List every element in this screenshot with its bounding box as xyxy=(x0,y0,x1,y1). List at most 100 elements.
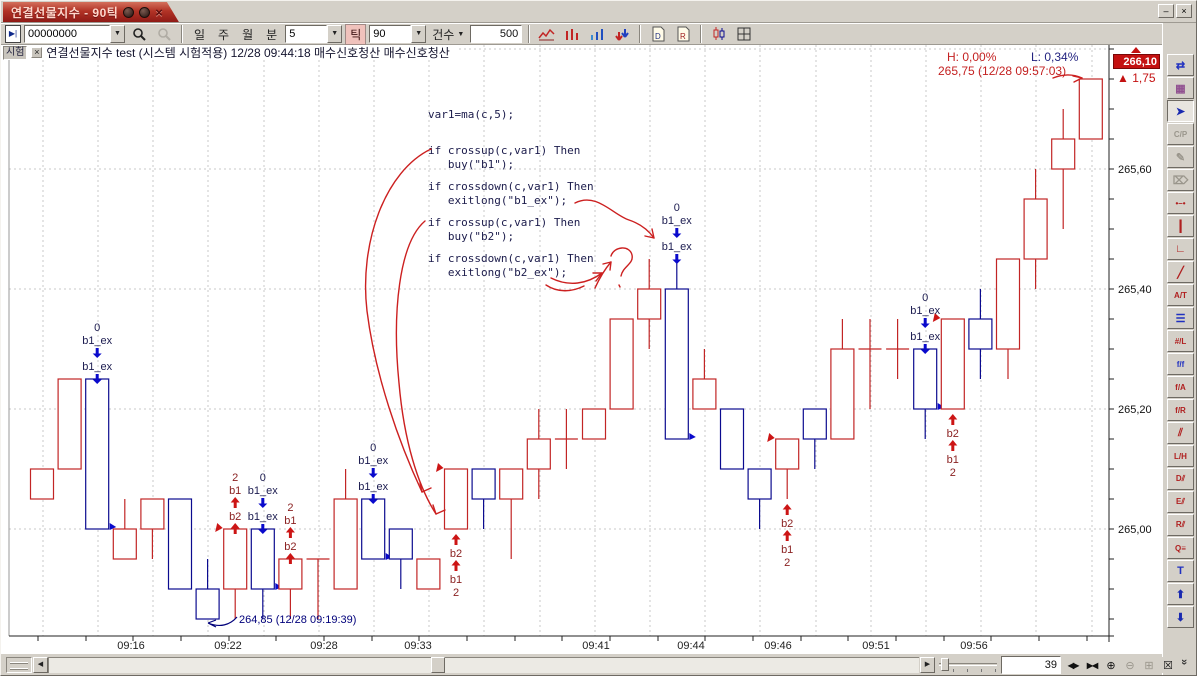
candle xyxy=(86,379,109,529)
strategy-code-line: exitlong("b1_ex"); xyxy=(428,194,567,207)
candle xyxy=(665,289,688,439)
scroll-right-button[interactable]: ▶ xyxy=(920,657,935,673)
period-day-button[interactable]: 일 xyxy=(189,25,210,44)
chart-style-icon[interactable]: ▦ xyxy=(1167,77,1194,99)
signal-label: 0 xyxy=(674,202,680,214)
fibo-arc-icon[interactable]: f/A xyxy=(1167,376,1194,398)
candle xyxy=(997,259,1020,349)
candlestick-chart[interactable]: 265,60265,40265,20265,0009:1609:2209:280… xyxy=(1,45,1162,653)
zoom-in-icon[interactable]: ⊕ xyxy=(1102,657,1120,673)
trend-line-icon[interactable]: ╱ xyxy=(1167,261,1194,283)
toolbar-separator xyxy=(181,25,183,43)
search-icon[interactable] xyxy=(128,25,150,44)
svg-text:D: D xyxy=(655,32,661,41)
minute-combo[interactable]: 5 ▼ xyxy=(285,25,342,43)
entry-marker-icon xyxy=(215,523,223,532)
symbol-nav-icon[interactable]: ▶| xyxy=(5,25,21,43)
fibo-retracement-icon[interactable]: f/R xyxy=(1167,399,1194,421)
refresh-icon[interactable]: ⇄ xyxy=(1167,54,1194,76)
bar-chart-blue-icon[interactable] xyxy=(586,25,608,44)
time-axis-label: 09:33 xyxy=(404,640,432,652)
line-chart-icon[interactable] xyxy=(536,25,558,44)
parallel-lines-icon[interactable]: ⫽ xyxy=(1167,422,1194,444)
expand-horizontal-icon[interactable]: ◀▶ xyxy=(1064,657,1082,673)
minimize-button[interactable]: – xyxy=(1158,4,1174,18)
tick-mode-label[interactable]: 틱 xyxy=(345,24,366,45)
signal-label: b1_ex xyxy=(82,361,112,373)
candle xyxy=(500,469,523,499)
low-note-label: 264,85 (12/28 09:19:39) xyxy=(239,614,356,626)
annotation-text-icon[interactable]: A/T xyxy=(1167,284,1194,306)
candle-settings-icon[interactable] xyxy=(708,25,730,44)
cursor-icon[interactable]: ➤ xyxy=(1167,100,1194,122)
bar-chart-red-icon[interactable] xyxy=(561,25,583,44)
period-month-button[interactable]: 월 xyxy=(237,25,258,44)
signal-up-arrow-icon xyxy=(231,523,240,529)
symbol-dropdown-icon[interactable]: ▼ xyxy=(110,25,125,43)
badge-close-icon[interactable]: × xyxy=(31,47,42,58)
resize-grip[interactable] xyxy=(6,657,32,673)
signal-down-arrow-icon xyxy=(258,504,267,509)
pattern-e-icon[interactable]: E⫽ xyxy=(1167,491,1194,513)
time-axis-label: 09:16 xyxy=(117,640,145,652)
count-input[interactable]: 500 xyxy=(470,25,522,43)
scroll-down-icon[interactable]: ⬇ xyxy=(1167,606,1194,628)
symbol-input[interactable]: 00000000 xyxy=(24,25,110,43)
quote-icon[interactable]: Q≡ xyxy=(1167,537,1194,559)
vertical-segment-icon[interactable]: ┃ xyxy=(1167,215,1194,237)
candle xyxy=(831,349,854,439)
grid-layout-icon[interactable] xyxy=(733,25,755,44)
signal-label: b1_ex xyxy=(358,455,388,467)
candle xyxy=(58,379,81,469)
symbol-combo[interactable]: 00000000 ▼ xyxy=(24,25,125,43)
tick-combo[interactable]: 90 ▼ xyxy=(369,25,426,43)
half-line-icon[interactable]: ∟ xyxy=(1167,238,1194,260)
candle xyxy=(803,409,826,439)
page-d-icon[interactable]: D xyxy=(647,25,669,44)
scroll-left-button[interactable]: ◀ xyxy=(33,657,48,673)
strategy-code-line: if crossup(c,var1) Then xyxy=(428,216,580,229)
pattern-d-icon[interactable]: D⫽ xyxy=(1167,468,1194,490)
collapse-horizontal-icon[interactable]: ▶◀ xyxy=(1083,657,1101,673)
low-high-icon[interactable]: L/H xyxy=(1167,445,1194,467)
window-tab[interactable]: 연결선물지수 - 90틱 × xyxy=(3,2,179,22)
svg-text:R: R xyxy=(680,32,686,41)
high-percent-label: H: 0,00% xyxy=(947,50,996,64)
test-badge: 시험 xyxy=(3,46,27,60)
fibo-fan-icon[interactable]: f/f xyxy=(1167,353,1194,375)
tab-icon-1[interactable] xyxy=(123,7,134,18)
eraser-icon: ✎ xyxy=(1167,146,1194,168)
search-minus-icon[interactable] xyxy=(153,25,175,44)
close-panel-icon[interactable]: ☒ xyxy=(1159,657,1177,673)
count-dropdown[interactable]: 건수 ▼ xyxy=(429,25,467,44)
scrollbar-thumb[interactable] xyxy=(431,657,445,673)
zoom-slider-thumb[interactable] xyxy=(941,658,949,671)
horizontal-lines-icon[interactable]: ☰ xyxy=(1167,307,1194,329)
more-tools-chevron[interactable]: » xyxy=(1178,659,1190,665)
visible-bars-input[interactable]: 39 xyxy=(1001,656,1061,674)
page-r-icon[interactable]: R xyxy=(672,25,694,44)
scrollbar-track[interactable] xyxy=(48,657,919,673)
signal-label: b1 xyxy=(284,515,296,527)
period-week-button[interactable]: 주 xyxy=(213,25,234,44)
pattern-r-icon[interactable]: R⫽ xyxy=(1167,514,1194,536)
fibo-lines-icon[interactable]: #/L xyxy=(1167,330,1194,352)
period-minute-button[interactable]: 분 xyxy=(261,25,282,44)
scroll-up-icon[interactable]: ⬆ xyxy=(1167,583,1194,605)
signal-label: b1_ex xyxy=(248,511,278,523)
tab-icon-2[interactable] xyxy=(139,7,150,18)
signal-label: b1_ex xyxy=(662,215,692,227)
horizontal-segment-icon[interactable]: •–• xyxy=(1167,192,1194,214)
text-tool-icon[interactable]: T xyxy=(1167,560,1194,582)
tab-close-icon[interactable]: × xyxy=(155,7,163,18)
signal-down-arrow-icon xyxy=(672,234,681,239)
minute-dropdown-icon[interactable]: ▼ xyxy=(327,25,342,43)
tick-dropdown-icon[interactable]: ▼ xyxy=(411,25,426,43)
tick-value[interactable]: 90 xyxy=(369,25,411,43)
close-button[interactable]: × xyxy=(1176,4,1192,18)
price-above-range-icon xyxy=(1131,47,1141,53)
zoom-slider[interactable] xyxy=(939,658,997,672)
signal-up-arrow-icon xyxy=(783,504,792,510)
updown-arrows-icon[interactable] xyxy=(611,25,633,44)
minute-value[interactable]: 5 xyxy=(285,25,327,43)
